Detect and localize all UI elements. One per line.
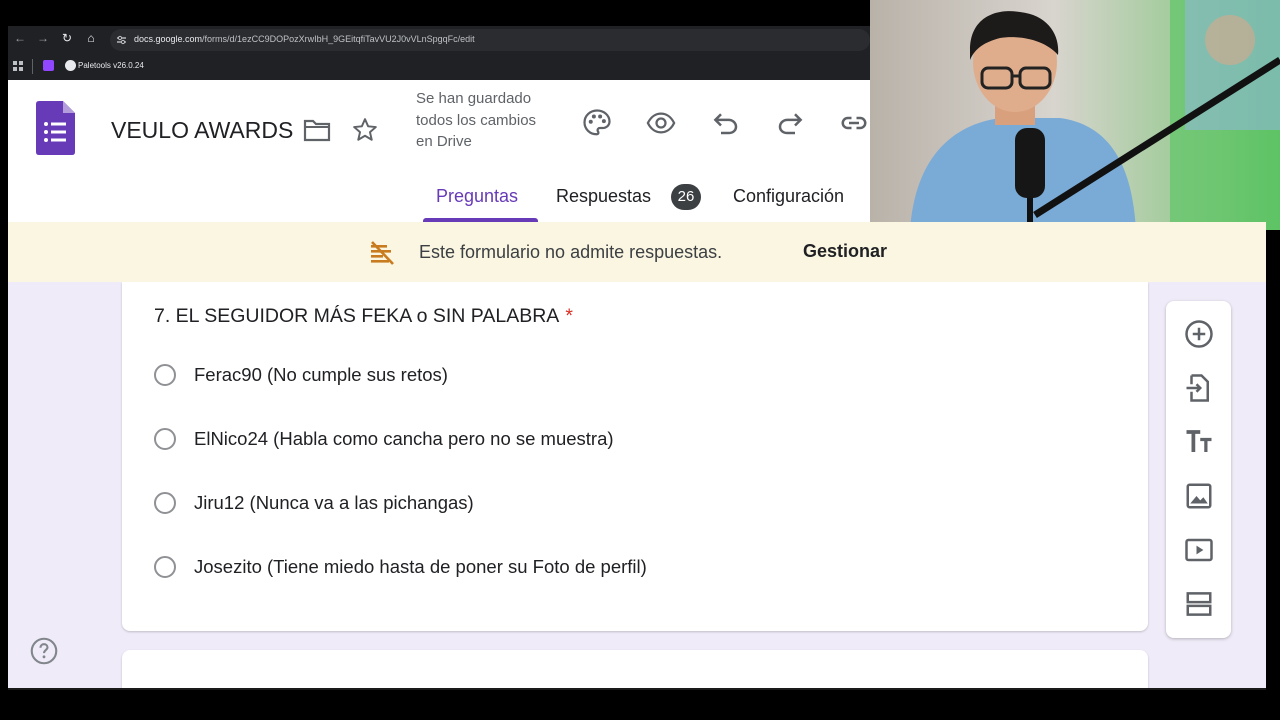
webcam-overlay — [870, 0, 1280, 230]
import-questions-icon[interactable] — [1184, 373, 1214, 403]
star-icon[interactable] — [351, 117, 379, 143]
question-title: 7. EL SEGUIDOR MÁS FEKA o SIN PALABRA * — [154, 305, 573, 328]
radio-button[interactable] — [154, 364, 176, 386]
browser-address-bar: ← → ↻ ⌂ docs.google.com/forms/d/1ezCC9DO… — [8, 26, 870, 54]
option-label: Ferac90 (No cumple sus retos) — [194, 364, 448, 385]
forms-header: VEULO AWARDS Se han guardado todos los c… — [8, 80, 870, 222]
question-text: 7. EL SEGUIDOR MÁS FEKA o SIN PALABRA — [154, 305, 560, 327]
bookmark-divider — [32, 59, 33, 74]
tab-respuestas[interactable]: Respuestas — [556, 186, 651, 207]
bookmark-paletools[interactable]: Paletools v26.0.24 — [78, 61, 144, 70]
responses-count-badge: 26 — [671, 184, 701, 210]
globe-icon — [65, 60, 76, 71]
form-content-area: 7. EL SEGUIDOR MÁS FEKA o SIN PALABRA * F… — [8, 282, 1266, 688]
radio-button[interactable] — [154, 428, 176, 450]
forward-icon[interactable]: → — [35, 31, 51, 45]
url-domain: docs.google.com — [134, 34, 203, 44]
url-field[interactable]: docs.google.com/forms/d/1ezCC9DOPozXrwIb… — [110, 29, 870, 51]
eye-icon[interactable] — [646, 108, 676, 138]
bottom-edge — [8, 688, 1266, 690]
option-label: ElNico24 (Habla como cancha pero no se m… — [194, 428, 614, 449]
url-text: docs.google.com/forms/d/1ezCC9DOPozXrwIb… — [134, 34, 475, 44]
link-icon[interactable] — [839, 108, 869, 138]
add-title-icon[interactable] — [1184, 427, 1214, 457]
tab-preguntas[interactable]: Preguntas — [436, 186, 518, 207]
url-path: /forms/d/1ezCC9DOPozXrwIbH_9GEitqfiTavVU… — [202, 34, 475, 44]
add-image-icon[interactable] — [1184, 481, 1214, 511]
folder-icon[interactable] — [303, 118, 331, 142]
twitch-icon[interactable] — [43, 60, 54, 71]
palette-icon[interactable] — [582, 108, 612, 138]
option-label: Jiru12 (Nunca va a las pichangas) — [194, 492, 474, 513]
save-status: Se han guardado todos los cambios en Dri… — [416, 90, 537, 150]
question-card[interactable]: 7. EL SEGUIDOR MÁS FEKA o SIN PALABRA * F… — [122, 282, 1148, 631]
back-icon[interactable]: ← — [12, 31, 28, 45]
streamer-video-image — [910, 0, 1280, 230]
radio-button[interactable] — [154, 556, 176, 578]
home-icon[interactable]: ⌂ — [83, 31, 99, 45]
responses-off-icon — [371, 241, 394, 265]
bookmarks-bar: Paletools v26.0.24 — [8, 54, 870, 80]
gestionar-button[interactable]: Gestionar — [803, 241, 887, 262]
next-question-card[interactable] — [122, 650, 1148, 688]
radio-button[interactable] — [154, 492, 176, 514]
add-section-icon[interactable] — [1184, 589, 1214, 619]
add-video-icon[interactable] — [1184, 535, 1214, 565]
required-asterisk: * — [565, 305, 573, 327]
banner-message: Este formulario no admite respuestas. — [419, 242, 723, 262]
help-icon[interactable] — [30, 637, 58, 665]
responses-disabled-banner: Este formulario no admite respuestas. Ge… — [8, 222, 1266, 282]
apps-grid-icon[interactable] — [13, 61, 24, 72]
add-question-icon[interactable] — [1184, 319, 1214, 349]
floating-toolbar — [1166, 301, 1231, 638]
google-forms-logo-icon[interactable] — [36, 101, 75, 155]
site-settings-icon[interactable] — [116, 35, 127, 45]
undo-icon[interactable] — [711, 108, 741, 138]
form-title[interactable]: VEULO AWARDS — [111, 117, 293, 144]
option-label: Josezito (Tiene miedo hasta de poner su … — [194, 556, 647, 577]
tab-configuracion[interactable]: Configuración — [733, 186, 844, 207]
redo-icon[interactable] — [775, 108, 805, 138]
reload-icon[interactable]: ↻ — [59, 31, 75, 45]
